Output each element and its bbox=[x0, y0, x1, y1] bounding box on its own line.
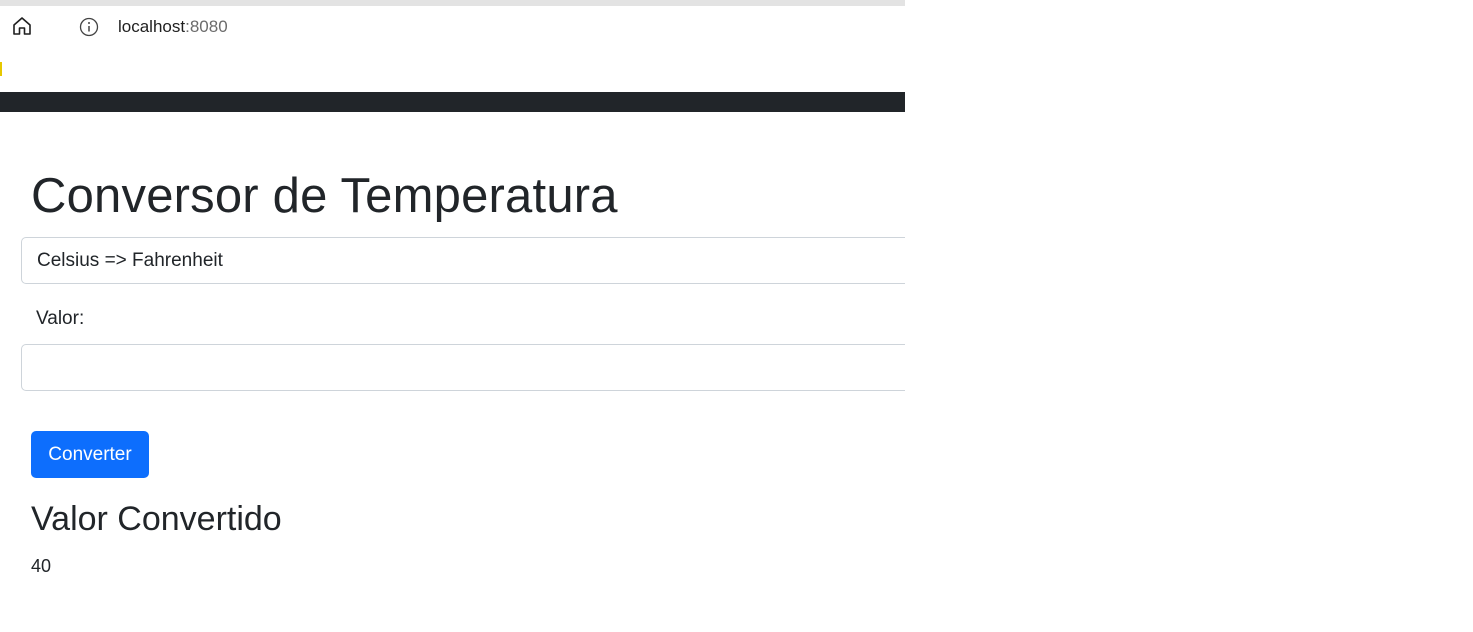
value-input[interactable] bbox=[21, 344, 905, 391]
convert-button-label: Converter bbox=[48, 443, 132, 465]
result-value: 40 bbox=[31, 556, 52, 576]
browser-toolbar-area bbox=[0, 45, 905, 92]
convert-button[interactable]: Converter bbox=[31, 431, 149, 478]
address-bar[interactable]: localhost:8080 bbox=[58, 8, 905, 45]
home-icon bbox=[13, 17, 31, 35]
url-text[interactable]: localhost:8080 bbox=[118, 17, 228, 37]
browser-tab-strip bbox=[0, 0, 905, 6]
url-host: localhost bbox=[118, 17, 186, 36]
home-button[interactable] bbox=[8, 12, 36, 40]
info-icon[interactable] bbox=[78, 16, 100, 38]
browser-viewport: localhost:8080 Conversor de Temperatura … bbox=[0, 0, 905, 632]
conversion-select-value: Celsius => Fahrenheit bbox=[37, 250, 223, 271]
page-title: Conversor de Temperatura bbox=[31, 169, 618, 223]
value-label: Valor: bbox=[36, 308, 85, 329]
navbar bbox=[0, 92, 905, 112]
result-heading: Valor Convertido bbox=[31, 500, 282, 538]
edge-marker bbox=[0, 62, 2, 76]
conversion-select[interactable]: Celsius => Fahrenheit bbox=[21, 237, 905, 284]
url-port: :8080 bbox=[185, 17, 228, 36]
